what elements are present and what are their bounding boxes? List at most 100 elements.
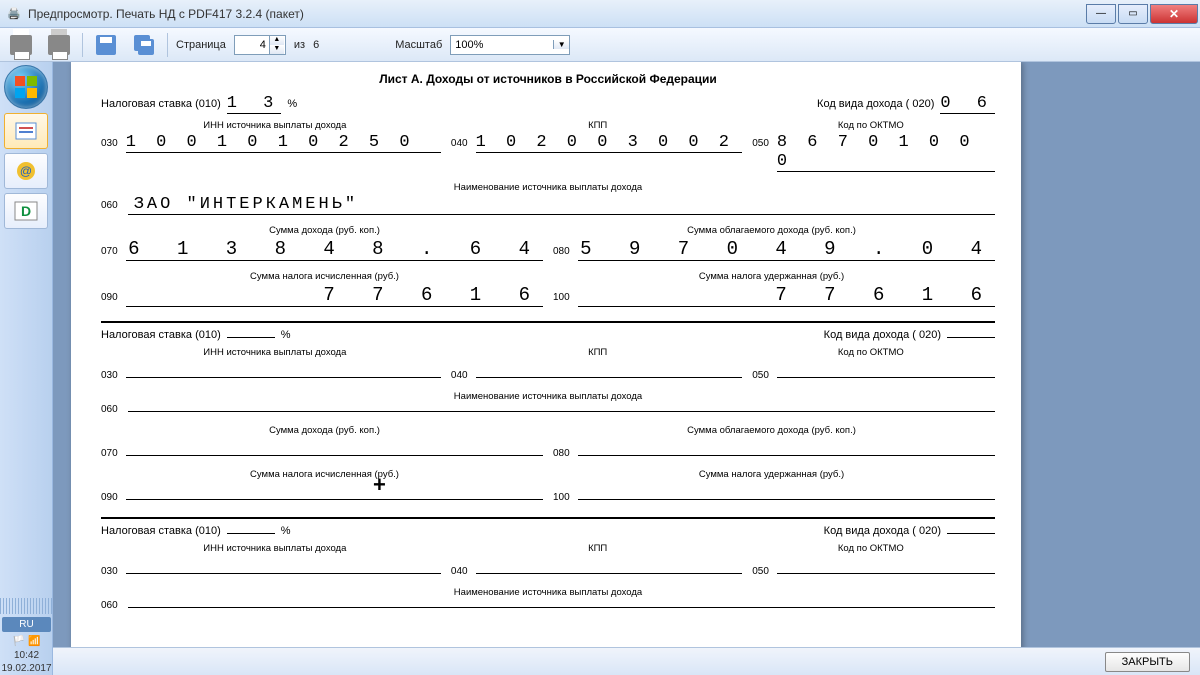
language-indicator[interactable]: RU: [2, 617, 51, 632]
tray-network-icon[interactable]: 📶: [28, 636, 40, 647]
minimize-button[interactable]: —: [1086, 4, 1116, 24]
page-label: Страница: [176, 39, 226, 51]
inn-value-2: [126, 360, 441, 378]
percent-sign: %: [287, 98, 297, 110]
taskbar-app-mail[interactable]: @: [4, 153, 48, 189]
start-button[interactable]: [4, 65, 48, 109]
of-label: из: [294, 39, 305, 51]
code-100: 100: [553, 292, 570, 303]
sheet-title: Лист А. Доходы от источников в Российско…: [101, 72, 995, 86]
toolbar: Страница ▲▼ из 6 Масштаб 100% ▼: [0, 28, 1200, 62]
codes-row-3: 030 040 050: [101, 556, 995, 577]
document-page: Лист А. Доходы от источников в Российско…: [71, 62, 1021, 647]
taskbar: @ D RU 🏳️ 📶 10:42 19.02.2017: [0, 62, 53, 675]
taskbar-grip[interactable]: [0, 598, 53, 614]
zoom-select[interactable]: 100% ▼: [450, 35, 570, 55]
mail-app-icon: @: [15, 160, 37, 182]
block-separator: [101, 321, 995, 323]
code-070-2: 070: [101, 448, 118, 459]
percent-sign-3: %: [281, 525, 291, 537]
sum-income-value: 6 1 3 8 4 8 . 6 4: [126, 238, 543, 261]
window-controls: — ▭ ✕: [1084, 4, 1198, 24]
close-preview-button[interactable]: ЗАКРЫТЬ: [1105, 652, 1190, 672]
chevron-down-icon[interactable]: ▼: [553, 40, 569, 49]
code-050-3: 050: [752, 566, 769, 577]
hdr-kpp: КПП: [449, 120, 747, 131]
footer-bar: ЗАКРЫТЬ: [53, 647, 1200, 675]
print-button[interactable]: [44, 31, 74, 59]
save-button[interactable]: [91, 31, 121, 59]
sum-income-label: Сумма дохода (руб. коп.): [101, 225, 548, 236]
income-labels-2: Сумма дохода (руб. коп.) Сумма облагаемо…: [101, 425, 995, 436]
code-060: 060: [101, 200, 118, 211]
tax-calc-label-2: Сумма налога исчисленная (руб.): [101, 469, 548, 480]
codes-row-2: 030 040 050: [101, 360, 995, 381]
rate-label-3: Налоговая ставка (010): [101, 525, 221, 537]
src-name-label-2: Наименование источника выплаты дохода: [101, 391, 995, 402]
tax-withheld-label: Сумма налога удержанная (руб.): [548, 271, 995, 282]
income-code-label-2: Код вида дохода ( 020): [824, 329, 941, 341]
taskbar-app-preview[interactable]: [4, 113, 48, 149]
page-spin-down[interactable]: ▼: [269, 45, 284, 54]
code-040-2: 040: [451, 370, 468, 381]
rate-row-2: Налоговая ставка (010) % Код вида дохода…: [101, 329, 995, 341]
preview-viewport[interactable]: Лист А. Доходы от источников в Российско…: [53, 62, 1200, 647]
system-tray: RU 🏳️ 📶 10:42 19.02.2017: [0, 598, 53, 675]
oktmo-value-3: [777, 556, 995, 574]
src-name-row: 060 ЗАО "ИНТЕРКАМЕНЬ": [101, 195, 995, 215]
sum-taxable-label-2: Сумма облагаемого дохода (руб. коп.): [548, 425, 995, 436]
print-with-preview-button[interactable]: [6, 31, 36, 59]
tax-labels-2: Сумма налога исчисленная (руб.) Сумма на…: [101, 469, 995, 480]
declaration-app-icon: D: [14, 201, 38, 221]
zoom-value: 100%: [451, 39, 553, 51]
inn-value-3: [126, 556, 441, 574]
taskbar-app-declaration[interactable]: D: [4, 193, 48, 229]
clock-date[interactable]: 19.02.2017: [0, 662, 53, 675]
close-window-button[interactable]: ✕: [1150, 4, 1198, 24]
tray-flag-icon[interactable]: 🏳️: [13, 636, 25, 647]
code-030-3: 030: [101, 566, 118, 577]
tax-labels: Сумма налога исчисленная (руб.) Сумма на…: [101, 271, 995, 282]
hdr-inn-3: ИНН источника выплаты дохода: [101, 543, 449, 554]
sum-taxable-label: Сумма облагаемого дохода (руб. коп.): [548, 225, 995, 236]
page-spin-up[interactable]: ▲: [269, 36, 284, 45]
oktmo-value: 8 6 7 0 1 0 0 0: [777, 133, 995, 172]
tax-row: 0907 7 6 1 6 1007 7 6 1 6: [101, 284, 995, 307]
codes-row: 0301 0 0 1 0 1 0 2 5 0 0401 0 2 0 0 3 0 …: [101, 133, 995, 172]
code-050-2: 050: [752, 370, 769, 381]
rate-value-3: [227, 533, 275, 534]
rate-row: Налоговая ставка (010) 1 3 % Код вида до…: [101, 94, 995, 114]
sum-taxable-value: 5 9 7 0 4 9 . 0 4: [578, 238, 995, 261]
income-code-value: 0 6: [940, 94, 995, 114]
save-all-button[interactable]: [129, 31, 159, 59]
preview-area: Лист А. Доходы от источников в Российско…: [53, 62, 1200, 647]
codes-header-2: ИНН источника выплаты дохода КПП Код по …: [101, 347, 995, 358]
tax-row-2: 090 100: [101, 482, 995, 503]
hdr-kpp-3: КПП: [449, 543, 747, 554]
src-name-label: Наименование источника выплаты дохода: [101, 182, 995, 193]
code-100-2: 100: [553, 492, 570, 503]
kpp-value-3: [476, 556, 743, 574]
sum-income-value-2: [126, 438, 543, 456]
windows-logo-icon: [13, 74, 39, 100]
income-code-value-3: [947, 533, 995, 534]
preview-app-icon: [15, 122, 37, 140]
rate-label: Налоговая ставка (010): [101, 98, 221, 110]
page-spinner[interactable]: ▲▼: [234, 35, 286, 55]
tax-withheld-value: 7 7 6 1 6: [578, 284, 995, 307]
src-name-value: ЗАО "ИНТЕРКАМЕНЬ": [128, 195, 995, 215]
code-070: 070: [101, 246, 118, 257]
code-050: 050: [752, 138, 769, 149]
inn-value: 1 0 0 1 0 1 0 2 5 0: [126, 133, 441, 153]
clock-time[interactable]: 10:42: [0, 649, 53, 662]
maximize-button[interactable]: ▭: [1118, 4, 1148, 24]
zoom-label: Масштаб: [395, 39, 442, 51]
hdr-inn: ИНН источника выплаты дохода: [101, 120, 449, 131]
page-number-input[interactable]: [235, 39, 269, 51]
code-060-3: 060: [101, 600, 118, 611]
hdr-inn-2: ИНН источника выплаты дохода: [101, 347, 449, 358]
code-030-2: 030: [101, 370, 118, 381]
tax-withheld-value-2: [578, 482, 995, 500]
kpp-value: 1 0 2 0 0 3 0 0 2: [476, 133, 743, 153]
toolbar-separator: [82, 33, 83, 57]
